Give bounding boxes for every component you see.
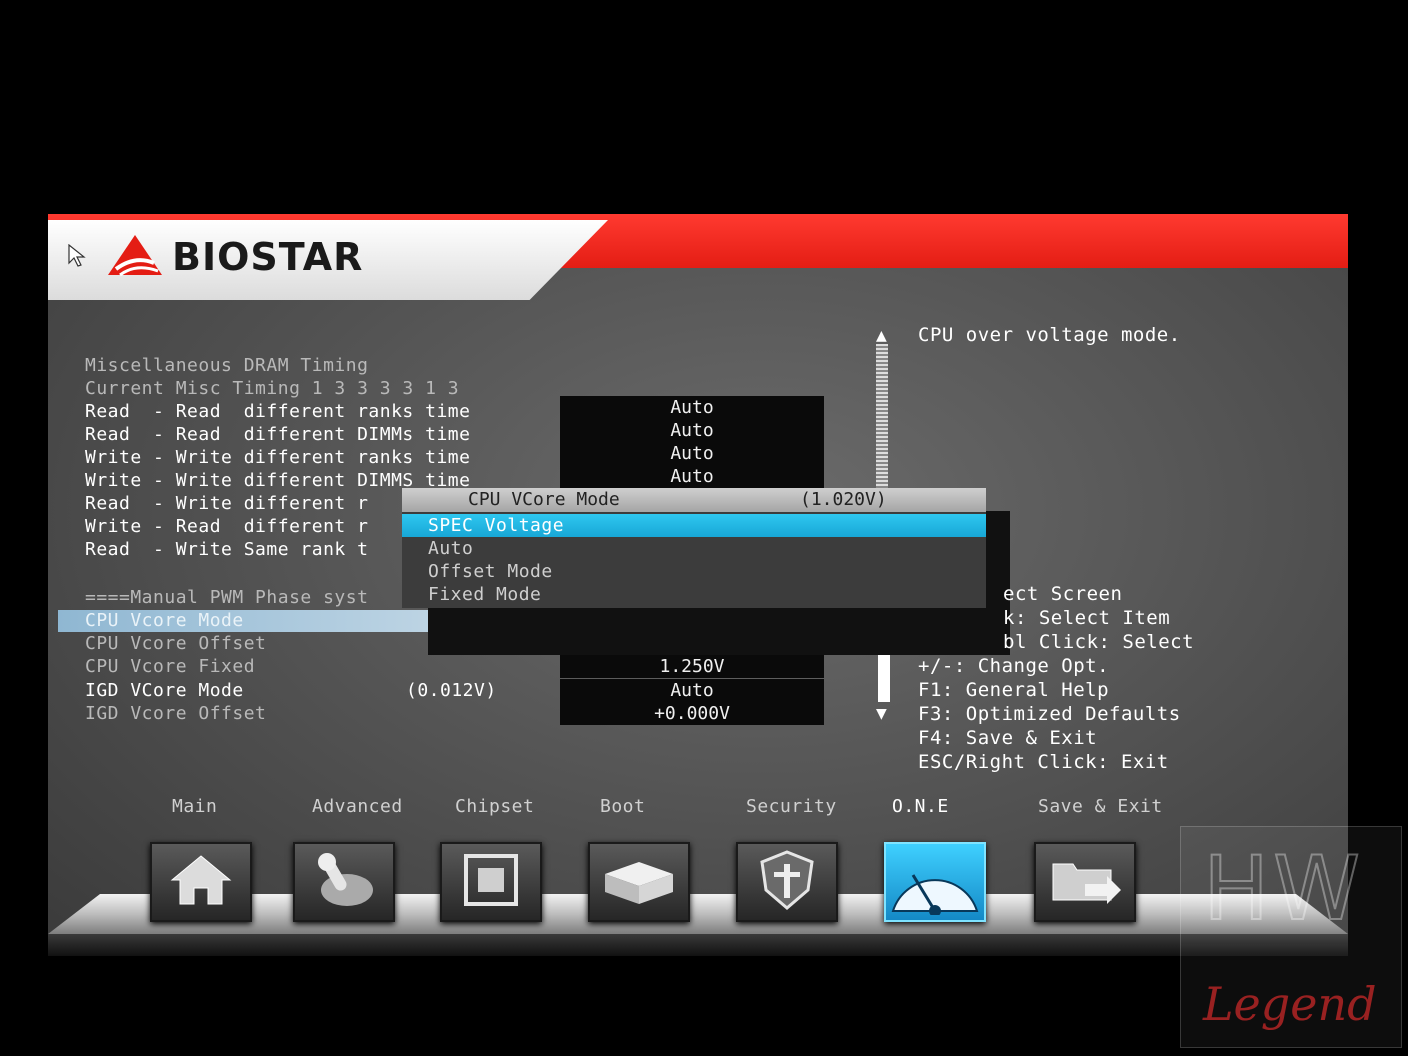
scrollbar-thumb[interactable] bbox=[878, 654, 890, 702]
joystick-icon bbox=[309, 850, 379, 914]
setting-row[interactable]: Write - Write different ranks time bbox=[85, 446, 470, 469]
popup-title: CPU VCore Mode bbox=[468, 489, 620, 510]
bios-screen: BIOSTAR Miscellaneous DRAM Timing Curren… bbox=[48, 214, 1348, 956]
pwm-value[interactable]: +0.000V bbox=[560, 702, 824, 725]
triangle-logo-icon bbox=[106, 233, 164, 281]
tab-boot-button[interactable] bbox=[588, 842, 690, 922]
tab-main[interactable]: Main bbox=[172, 796, 217, 817]
tab-advanced[interactable]: Advanced bbox=[312, 796, 403, 817]
setting-label: Miscellaneous DRAM Timing bbox=[85, 355, 369, 376]
popup-option-list: SPEC Voltage Auto Offset Mode Fixed Mode bbox=[402, 512, 986, 608]
tab-main-button[interactable] bbox=[150, 842, 252, 922]
help-key: bl Click: Select bbox=[1003, 631, 1195, 653]
help-key: k: Select Item bbox=[1003, 607, 1171, 629]
watermark-bottom: Legend bbox=[1203, 977, 1377, 1031]
biostar-logo: BIOSTAR bbox=[106, 234, 363, 280]
popup-title-bar: CPU VCore Mode (1.020V) bbox=[402, 488, 986, 512]
setting-value[interactable]: Auto bbox=[560, 465, 824, 488]
pwm-row[interactable]: IGD Vcore Offset bbox=[85, 702, 266, 725]
help-key: ect Screen bbox=[1003, 583, 1123, 605]
pwm-reading: (0.012V) bbox=[406, 680, 497, 701]
setting-row[interactable]: Read - Write different r bbox=[85, 492, 368, 515]
setting-row[interactable]: Write - Read different r bbox=[85, 515, 368, 538]
popup-reading: (1.020V) bbox=[800, 489, 887, 510]
shield-icon bbox=[752, 848, 822, 916]
tab-chipset-button[interactable] bbox=[440, 842, 542, 922]
setting-row[interactable]: Read - Write Same rank t bbox=[85, 538, 368, 561]
tab-chipset[interactable]: Chipset bbox=[455, 796, 534, 817]
pwm-value[interactable]: Auto bbox=[560, 679, 824, 702]
tab-one-button[interactable] bbox=[884, 842, 986, 922]
tab-advanced-button[interactable] bbox=[293, 842, 395, 922]
pwm-value[interactable]: 1.250V bbox=[560, 655, 824, 678]
pwm-row[interactable]: IGD VCore Mode bbox=[85, 679, 244, 702]
tab-boot[interactable]: Boot bbox=[600, 796, 645, 817]
brand-name: BIOSTAR bbox=[172, 235, 364, 279]
scrollbar-track[interactable] bbox=[876, 344, 888, 489]
pwm-row[interactable]: CPU Vcore Offset bbox=[85, 632, 266, 655]
tab-security[interactable]: Security bbox=[746, 796, 837, 817]
help-description: CPU over voltage mode. bbox=[918, 324, 1181, 346]
pwm-section-header: ====Manual PWM Phase syst bbox=[85, 587, 369, 608]
pwm-row[interactable]: CPU Vcore Mode bbox=[85, 609, 244, 632]
watermark-logo: HW Legend bbox=[1180, 826, 1402, 1048]
scroll-down-arrow-icon[interactable]: ▼ bbox=[876, 706, 887, 722]
scroll-up-arrow-icon[interactable]: ▲ bbox=[876, 328, 887, 344]
setting-value[interactable]: Auto bbox=[560, 442, 824, 465]
tab-save-exit-button[interactable] bbox=[1034, 842, 1136, 922]
gauge-icon bbox=[887, 845, 983, 919]
drive-icon bbox=[599, 850, 679, 914]
watermark-top: HW bbox=[1202, 836, 1365, 941]
vcore-mode-popup: CPU VCore Mode (1.020V) SPEC Voltage Aut… bbox=[402, 488, 986, 608]
popup-option-fixed-mode[interactable]: Fixed Mode bbox=[402, 583, 986, 606]
setting-label: Current Misc Timing 1 3 3 3 3 1 3 bbox=[85, 378, 460, 399]
popup-option-auto[interactable]: Auto bbox=[402, 537, 986, 560]
help-key: F1: General Help bbox=[918, 679, 1110, 701]
help-key: F3: Optimized Defaults bbox=[918, 703, 1181, 725]
chip-icon bbox=[456, 850, 526, 914]
tab-one[interactable]: O.N.E bbox=[892, 796, 949, 817]
setting-value[interactable]: Auto bbox=[560, 396, 824, 419]
pwm-row[interactable]: CPU Vcore Fixed bbox=[85, 655, 255, 678]
popup-option-spec-voltage[interactable]: SPEC Voltage bbox=[402, 514, 986, 537]
mouse-cursor-icon bbox=[68, 243, 86, 272]
help-key: ESC/Right Click: Exit bbox=[918, 751, 1169, 773]
setting-value[interactable]: Auto bbox=[560, 419, 824, 442]
setting-row[interactable]: Read - Read different ranks time bbox=[85, 400, 470, 423]
tab-save-exit[interactable]: Save & Exit bbox=[1038, 796, 1163, 817]
dock-base bbox=[48, 934, 1348, 956]
help-key: +/-: Change Opt. bbox=[918, 655, 1110, 677]
popup-option-offset-mode[interactable]: Offset Mode bbox=[402, 560, 986, 583]
home-icon bbox=[166, 850, 236, 914]
tab-security-button[interactable] bbox=[736, 842, 838, 922]
folder-exit-icon bbox=[1045, 850, 1125, 914]
setting-row[interactable]: Read - Read different DIMMs time bbox=[85, 423, 470, 446]
help-key: F4: Save & Exit bbox=[918, 727, 1098, 749]
